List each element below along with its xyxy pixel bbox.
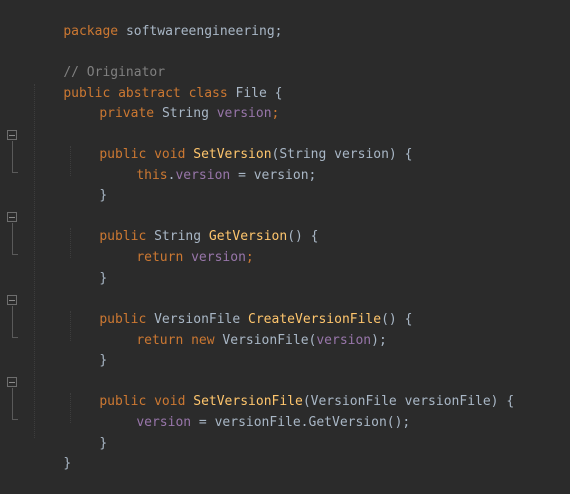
code-line-return[interactable]: return new VersionFile(version); xyxy=(105,311,386,348)
brace-token: } xyxy=(99,188,108,203)
fold-end-marker xyxy=(12,172,18,173)
keyword-token: package xyxy=(63,24,119,39)
code-line-comment[interactable]: // Originator xyxy=(32,43,165,80)
package-name-token: softwareengineering; xyxy=(125,24,283,39)
fold-range-line xyxy=(12,141,13,172)
code-line-method-createversionfile[interactable]: public VersionFile CreateVersionFile() { xyxy=(68,290,412,327)
punctuation-token: ; xyxy=(245,250,254,265)
brace-token: } xyxy=(63,456,72,471)
code-line-class-closing-brace[interactable]: } xyxy=(32,434,71,471)
punctuation-token: ; xyxy=(271,106,280,121)
field-token: version xyxy=(316,333,372,348)
code-line-package[interactable]: package softwareengineering; xyxy=(32,2,282,39)
fold-range-line xyxy=(12,388,13,419)
parameters-token: () { xyxy=(287,229,319,244)
brace-token: } xyxy=(99,271,108,286)
code-line-method-setversionfile[interactable]: public void SetVersionFile(VersionFile v… xyxy=(68,372,514,409)
fold-toggle-setversionfile-icon[interactable] xyxy=(7,377,17,387)
fold-range-line xyxy=(12,306,13,337)
editor-gutter xyxy=(0,0,30,459)
code-editor[interactable]: package softwareengineering; // Originat… xyxy=(0,0,570,471)
keyword-token: this xyxy=(136,168,168,183)
field-token: version xyxy=(191,250,246,265)
brace-token: } xyxy=(99,353,108,368)
indent-guide xyxy=(34,84,35,438)
field-token: version xyxy=(136,415,192,430)
keyword-token: private xyxy=(99,106,155,121)
code-line-assignment[interactable]: this.version = version; xyxy=(105,146,316,183)
fold-end-marker xyxy=(12,254,18,255)
fold-toggle-createversionfile-icon[interactable] xyxy=(7,295,17,305)
code-line-method-getversion[interactable]: public String GetVersion() { xyxy=(68,207,318,244)
code-line-closing-brace[interactable]: } xyxy=(68,331,107,368)
field-token: version xyxy=(216,106,272,121)
brace-token: } xyxy=(99,436,108,451)
field-token: version xyxy=(175,168,231,183)
punctuation-token: ); xyxy=(371,333,387,348)
code-line-closing-brace[interactable]: } xyxy=(68,166,107,203)
keyword-token: return xyxy=(136,250,184,265)
fold-end-marker xyxy=(12,337,18,338)
expression-token: = version; xyxy=(230,168,317,183)
keyword-token: return xyxy=(136,333,184,348)
fold-range-line xyxy=(12,223,13,254)
code-line-assignment[interactable]: version = versionFile.GetVersion(); xyxy=(105,393,410,430)
code-line-return[interactable]: return version; xyxy=(105,228,253,265)
fold-toggle-getversion-icon[interactable] xyxy=(7,212,17,222)
code-line-method-setversion[interactable]: public void SetVersion(String version) { xyxy=(68,125,412,162)
code-line-closing-brace[interactable]: } xyxy=(68,249,107,286)
expression-token: = versionFile.GetVersion(); xyxy=(191,415,411,430)
constructor-token: VersionFile( xyxy=(222,333,317,348)
code-line-field[interactable]: private String version; xyxy=(68,84,279,121)
fold-toggle-setversion-icon[interactable] xyxy=(7,130,17,140)
keyword-token: new xyxy=(191,333,215,348)
fold-end-marker xyxy=(12,419,18,420)
code-line-class-declaration[interactable]: public abstract class File { xyxy=(32,64,282,101)
type-token: String xyxy=(161,106,209,121)
code-line-closing-brace[interactable]: } xyxy=(68,414,107,451)
